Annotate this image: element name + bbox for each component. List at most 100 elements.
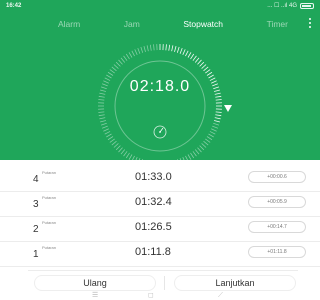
dial-tick: [143, 46, 146, 53]
dial-tick: [111, 66, 117, 72]
dial-tick: [107, 71, 114, 76]
dial-tick: [190, 53, 195, 60]
dial-tick: [212, 125, 219, 129]
home-icon[interactable]: ◻: [148, 292, 154, 299]
status-right-text: ... ☐ ..ıl 4G: [267, 3, 297, 9]
dial-tick: [182, 156, 186, 163]
tab-bar: Alarm Jam Stopwatch Timer: [58, 16, 288, 32]
dial-tick: [176, 159, 180, 166]
dial-tick: [98, 114, 105, 117]
dial-tick: [128, 52, 133, 58]
battery-icon: [300, 2, 314, 9]
dial-tick: [131, 155, 135, 162]
dial-tick: [199, 145, 205, 151]
lap-number: 1: [33, 249, 39, 260]
dial-tick: [187, 52, 192, 58]
overflow-menu-icon[interactable]: [309, 18, 312, 28]
system-nav-bar: ☰ ◻ ⟋: [0, 292, 320, 300]
resume-button[interactable]: Lanjutkan: [174, 275, 296, 291]
lap-row: 3 Putaran 01:32.4 +00:05.9: [0, 192, 320, 217]
lap-time: 01:32.4: [135, 196, 172, 208]
dial-tick: [187, 154, 192, 160]
dial-tick: [143, 159, 146, 166]
dial-tick: [215, 99, 222, 101]
dial-tick: [197, 59, 202, 65]
dial-tick: [213, 122, 220, 126]
dial-tick: [171, 45, 174, 52]
dial-tick: [109, 138, 115, 143]
lap-time: 01:11.8: [135, 246, 171, 258]
dial-tick: [125, 152, 130, 159]
dial-tick: [201, 64, 207, 69]
dial-tick: [174, 159, 177, 166]
dial-tick: [179, 47, 183, 54]
tab-alarm[interactable]: Alarm: [58, 19, 80, 29]
lap-label: Putaran: [42, 245, 57, 250]
lap-row: 4 Putaran 01:33.0 +00:00.6: [0, 167, 320, 192]
lap-label: Putaran: [42, 170, 57, 175]
dial-tick: [192, 151, 197, 157]
dial-tick: [115, 145, 121, 151]
dial-tick: [120, 57, 126, 63]
status-time: 16:42: [6, 3, 22, 9]
dial-tick: [205, 138, 211, 143]
dial-tick: [146, 45, 149, 52]
lap-number: 4: [33, 174, 39, 185]
dial-tick: [123, 151, 128, 157]
stopwatch-dial: [98, 44, 222, 168]
dial-tick: [134, 49, 138, 56]
dial-tick: [210, 128, 217, 132]
lap-number: 2: [33, 224, 39, 235]
dial-tick: [137, 47, 141, 54]
reset-button[interactable]: Ulang: [34, 275, 156, 291]
dial-tick: [203, 66, 209, 72]
dial-tick: [215, 111, 222, 113]
lap-diff-badge: +00:05.9: [248, 196, 306, 208]
dial-position-marker: [224, 105, 232, 112]
dial-tick: [107, 136, 114, 141]
dial-tick: [109, 69, 115, 74]
lap-label: Putaran: [42, 220, 57, 225]
dial-tick: [98, 99, 105, 101]
dial-tick: [118, 147, 123, 153]
dial-tick: [99, 117, 106, 120]
stopwatch-header: 16:42 ... ☐ ..ıl 4G Alarm Jam Stopwatch …: [0, 0, 320, 168]
tab-jam[interactable]: Jam: [124, 19, 140, 29]
dial-tick: [113, 64, 119, 69]
dial-tick: [194, 149, 200, 155]
lap-row: 2 Putaran 01:26.5 +00:14.7: [0, 217, 320, 242]
recent-apps-icon[interactable]: ☰: [92, 292, 98, 299]
dial-tick: [185, 155, 189, 162]
dial-tick: [118, 59, 123, 65]
dial-tick: [106, 133, 112, 138]
sub-dial-center: [159, 131, 161, 133]
dial-tick: [98, 111, 105, 113]
back-icon[interactable]: ⟋: [218, 292, 223, 299]
stopwatch-actions: Ulang Lanjutkan: [28, 270, 298, 291]
dial-tick: [140, 159, 144, 166]
lap-row: 1 Putaran 01:11.8 +01:11.8: [0, 242, 320, 267]
lap-time: 01:26.5: [135, 221, 172, 233]
dial-tick: [197, 147, 202, 153]
dial-tick: [125, 53, 130, 60]
dial-tick: [140, 46, 144, 53]
dial-tick: [123, 55, 128, 61]
dial-tick: [168, 44, 171, 51]
tab-timer[interactable]: Timer: [267, 19, 288, 29]
dial-tick: [120, 149, 126, 155]
dial-ticks: [98, 44, 222, 168]
lap-list: 4 Putaran 01:33.0 +00:00.6 3 Putaran 01:…: [0, 167, 320, 267]
dial-tick: [182, 49, 186, 56]
dial-tick: [215, 114, 222, 117]
dial-tick: [165, 44, 167, 51]
dial-tick: [111, 140, 117, 146]
lap-label: Putaran: [42, 195, 57, 200]
dial-tick: [190, 152, 195, 159]
status-icons: ... ☐ ..ıl 4G: [267, 2, 314, 9]
dial-tick: [201, 143, 207, 148]
lap-diff-badge: +00:00.6: [248, 171, 306, 183]
dial-tick: [100, 120, 107, 123]
lap-diff-badge: +00:14.7: [248, 221, 306, 233]
dial-tick: [137, 158, 141, 165]
tab-stopwatch[interactable]: Stopwatch: [183, 19, 223, 29]
